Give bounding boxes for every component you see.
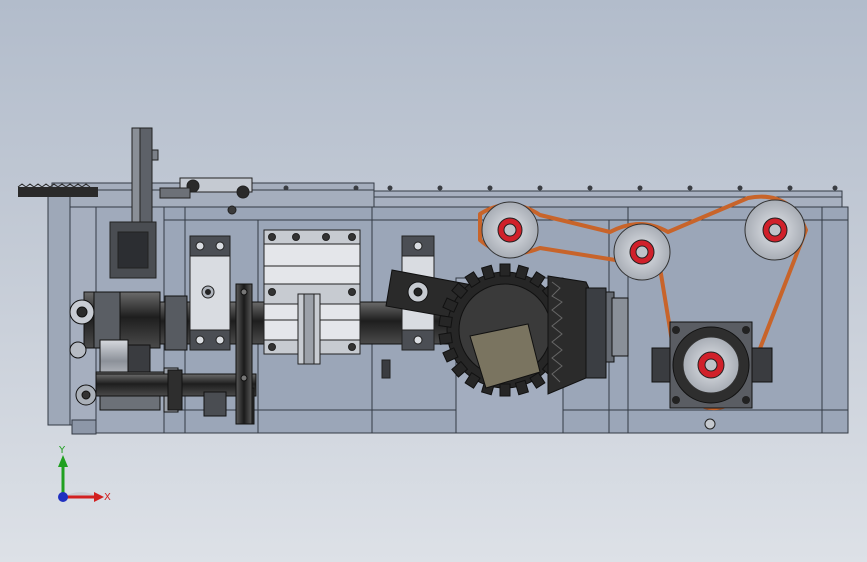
rail-bolt (353, 185, 359, 191)
gear-tooth (499, 383, 511, 397)
bevel-gear (547, 275, 607, 395)
rail-bolt (832, 185, 838, 191)
rail-bolt (283, 185, 289, 191)
idler-pulley-2 (613, 223, 671, 281)
idler-pulley-3 (744, 199, 806, 261)
gear-tooth (499, 263, 511, 277)
rail-bolt (487, 185, 493, 191)
rail-bolt (687, 185, 693, 191)
axis-triad: Y X (58, 445, 111, 503)
rail-bolt (787, 185, 793, 191)
rail-bolt (637, 185, 643, 191)
idler-pulley-1 (481, 201, 539, 259)
rail-bolt (537, 185, 543, 191)
x-axis-label: X (104, 492, 111, 503)
left-wall (47, 195, 71, 426)
x-axis-arrow (94, 492, 104, 502)
shaft-sprocket (297, 293, 321, 365)
z-axis-dot (58, 492, 68, 502)
gear-tooth (438, 315, 453, 328)
rail-bolt (737, 185, 743, 191)
rail-bolt (387, 185, 393, 191)
rail-bolt (587, 185, 593, 191)
rail-bolt (437, 185, 443, 191)
y-axis-label: Y (58, 445, 66, 456)
cad-viewport: Y X (17, 127, 849, 503)
gear-tooth (438, 332, 453, 345)
pillow-block-left (189, 235, 231, 351)
flange-disc (235, 283, 253, 425)
y-axis-arrow (58, 455, 68, 467)
